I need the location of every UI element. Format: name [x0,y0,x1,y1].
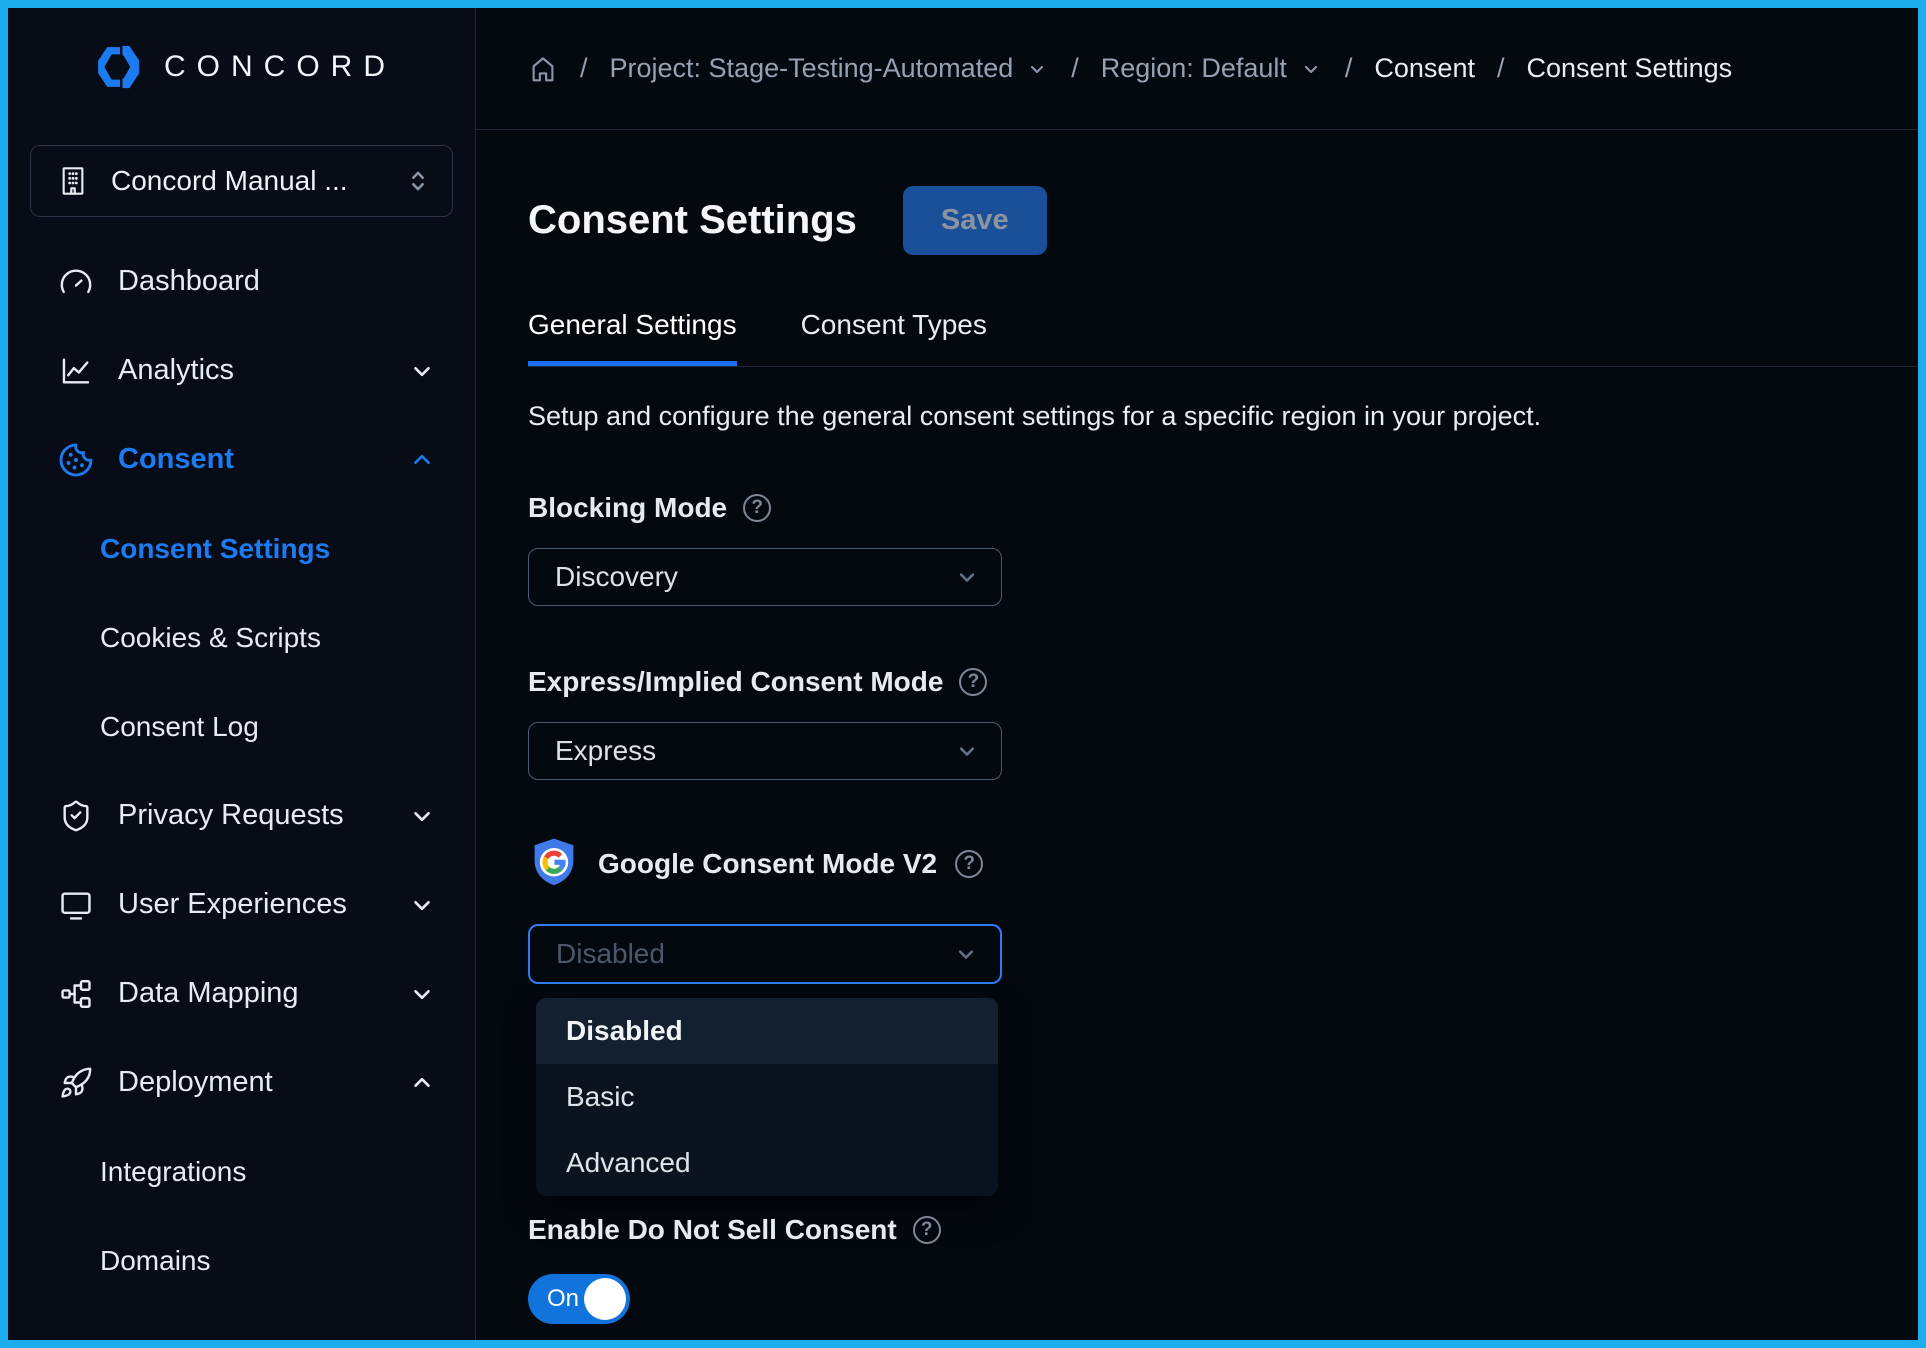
help-icon[interactable]: ? [743,494,771,522]
chevron-up-icon [409,447,435,473]
blocking-mode-value: Discovery [555,561,678,593]
chevron-down-icon [952,940,980,968]
sidebar-item-label: Privacy Requests [118,799,409,832]
do-not-sell-label-row: Enable Do Not Sell Consent ? [528,1214,1918,1246]
sidebar-item-cookies-scripts[interactable]: Cookies & Scripts [8,593,475,682]
chevron-down-icon [1025,57,1049,81]
chevron-down-icon [953,563,981,591]
google-consent-label: Google Consent Mode V2 [598,848,937,880]
shield-check-icon [58,798,94,834]
org-selector[interactable]: Concord Manual ... [30,145,453,217]
help-icon[interactable]: ? [959,668,987,696]
sidebar-item-label: Consent Log [100,711,435,743]
sidebar-item-consent-settings[interactable]: Consent Settings [8,504,475,593]
do-not-sell-toggle[interactable]: On [528,1274,630,1324]
google-consent-select[interactable]: Disabled [528,924,1002,984]
chevron-up-icon [409,1070,435,1096]
sidebar-item-label: Consent Settings [100,533,435,565]
breadcrumb-section[interactable]: Consent [1374,53,1475,84]
sidebar-item-dashboard[interactable]: Dashboard [8,237,475,326]
sidebar-item-label: Data Mapping [118,977,409,1010]
sidebar-item-domains[interactable]: Domains [8,1216,475,1305]
google-shield-icon [528,836,580,892]
sidebar-item-label: Consent [118,443,409,476]
express-implied-select[interactable]: Express [528,722,1002,780]
sidebar-item-consent-log[interactable]: Consent Log [8,682,475,771]
menu-option-basic[interactable]: Basic [536,1064,998,1130]
org-selector-label: Concord Manual ... [111,165,404,197]
blocking-mode-select[interactable]: Discovery [528,548,1002,606]
sidebar-item-label: Analytics [118,354,409,387]
express-implied-value: Express [555,735,656,767]
blocking-mode-label: Blocking Mode [528,492,727,524]
do-not-sell-label: Enable Do Not Sell Consent [528,1214,897,1246]
sidebar-item-user-experiences[interactable]: User Experiences [8,860,475,949]
breadcrumb-region-dropdown[interactable]: Region: Default [1101,53,1323,84]
page-title: Consent Settings [528,198,857,243]
breadcrumb-project-dropdown[interactable]: Project: Stage-Testing-Automated [610,53,1050,84]
sidebar-item-data-mapping[interactable]: Data Mapping [8,949,475,1038]
chevron-down-icon [409,803,435,829]
breadcrumb-separator: / [580,53,588,84]
sidebar-item-deployment[interactable]: Deployment [8,1038,475,1127]
blocking-mode-label-row: Blocking Mode ? [528,492,1918,524]
line-chart-icon [58,353,94,389]
toggle-knob [584,1278,626,1320]
sidebar-item-analytics[interactable]: Analytics [8,326,475,415]
breadcrumb-page: Consent Settings [1526,53,1732,84]
unfold-icon [404,167,432,195]
sidebar: CONCORD Concord Manual ... Dashboard [8,8,476,1340]
tab-general-settings[interactable]: General Settings [528,309,737,366]
express-implied-label: Express/Implied Consent Mode [528,666,943,698]
breadcrumb-region-label: Region: Default [1101,53,1287,84]
google-consent-options-menu: Disabled Basic Advanced [536,998,998,1196]
sidebar-item-privacy-requests[interactable]: Privacy Requests [8,771,475,860]
express-implied-label-row: Express/Implied Consent Mode ? [528,666,1918,698]
breadcrumb-separator: / [1071,53,1079,84]
building-icon [57,165,89,197]
sidebar-nav: Dashboard Analytics Consent Consent Sett… [8,237,475,1305]
content: Consent Settings Save General Settings C… [476,130,1918,1340]
tab-bar: General Settings Consent Types [528,309,1918,367]
sidebar-item-integrations[interactable]: Integrations [8,1127,475,1216]
chevron-down-icon [1299,57,1323,81]
sidebar-item-label: Cookies & Scripts [100,622,435,654]
breadcrumb-separator: / [1497,53,1505,84]
sidebar-item-label: Integrations [100,1156,435,1188]
sidebar-item-consent[interactable]: Consent [8,415,475,504]
menu-option-advanced[interactable]: Advanced [536,1130,998,1196]
sidebar-item-label: Domains [100,1245,435,1277]
breadcrumb-separator: / [1345,53,1353,84]
sidebar-item-label: Dashboard [118,265,435,298]
tab-consent-types[interactable]: Consent Types [801,309,987,366]
sidebar-item-label: User Experiences [118,888,409,921]
help-icon[interactable]: ? [955,850,983,878]
menu-option-disabled[interactable]: Disabled [536,998,998,1064]
breadcrumb: / Project: Stage-Testing-Automated / Reg… [476,8,1918,130]
chevron-down-icon [409,358,435,384]
home-icon[interactable] [528,54,558,84]
sidebar-item-label: Deployment [118,1066,409,1099]
hierarchy-icon [58,976,94,1012]
rocket-icon [58,1065,94,1101]
google-consent-label-row: Google Consent Mode V2 ? [528,836,1918,892]
google-consent-value: Disabled [556,938,665,970]
gauge-icon [58,264,94,300]
section-description: Setup and configure the general consent … [528,401,1918,432]
toggle-state-label: On [547,1285,579,1313]
breadcrumb-project-label: Project: Stage-Testing-Automated [610,53,1014,84]
help-icon[interactable]: ? [913,1216,941,1244]
app-window: CONCORD Concord Manual ... Dashboard [0,0,1926,1348]
cookie-icon [58,442,94,478]
brand-logo: CONCORD [8,41,475,93]
chevron-down-icon [953,737,981,765]
monitor-icon [58,887,94,923]
save-button[interactable]: Save [903,186,1047,255]
main-area: / Project: Stage-Testing-Automated / Reg… [476,8,1918,1340]
chevron-down-icon [409,981,435,1007]
chevron-down-icon [409,892,435,918]
concord-logo-icon [90,41,146,93]
brand-name: CONCORD [164,50,396,84]
